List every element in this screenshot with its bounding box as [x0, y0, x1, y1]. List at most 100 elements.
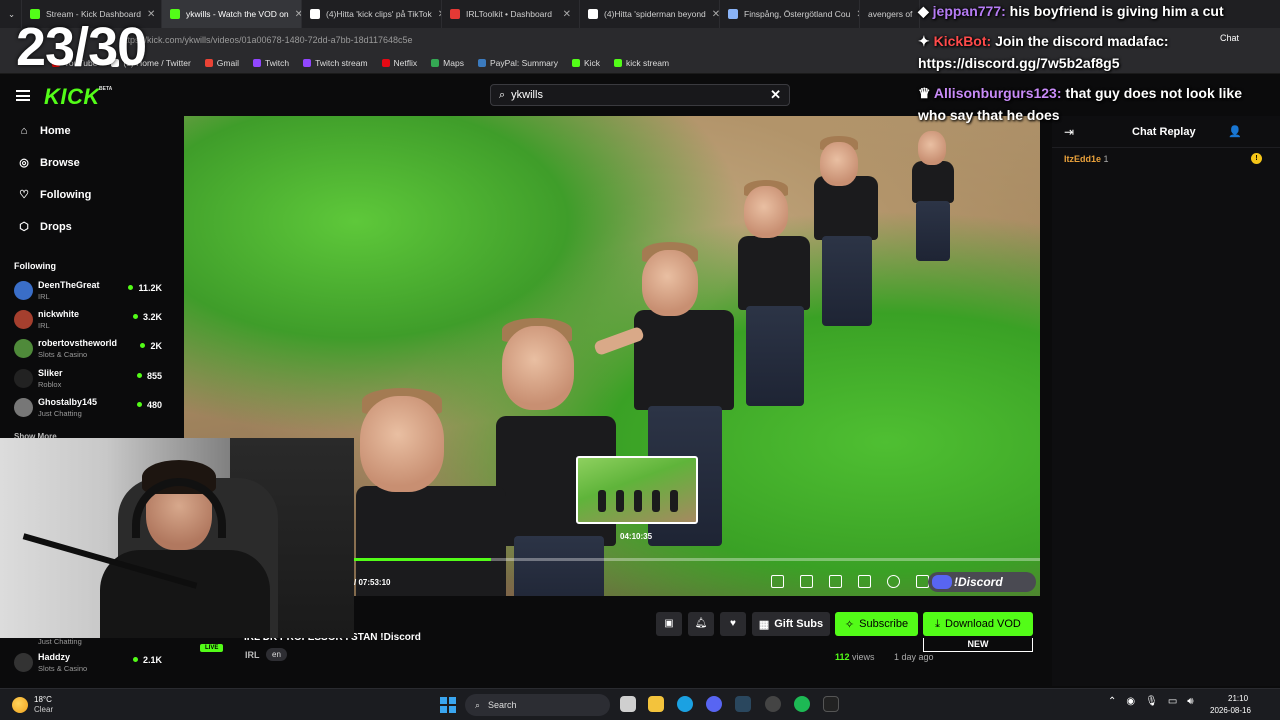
kick-logo[interactable]: KICK — [44, 84, 100, 110]
viewer-count: 3.2K — [133, 312, 162, 322]
browser-tab-active[interactable]: ykwills - Watch the VOD on✕ — [162, 0, 302, 28]
bookmark-maps[interactable]: Maps — [431, 58, 464, 68]
drop-icon: ⬡ — [19, 221, 29, 233]
video-figure — [334, 376, 524, 596]
bookmark-twitch-stream[interactable]: Twitch stream — [303, 58, 368, 68]
browser-tab[interactable]: avengers of — [860, 0, 920, 28]
seek-bar-progress — [354, 558, 492, 561]
app-tray-icon[interactable]: ◉ — [1126, 696, 1135, 707]
fullscreen-icon[interactable] — [858, 575, 871, 588]
obs-icon[interactable] — [765, 696, 781, 712]
bookmark-gmail[interactable]: Gmail — [204, 58, 239, 68]
star-icon: ✧ — [844, 618, 855, 631]
address-bar[interactable]: https://kick.com/ykwills/videos/01a00678… — [0, 28, 1280, 52]
weather-condition: Clear — [34, 705, 54, 714]
category-link[interactable]: IRL — [245, 650, 260, 660]
theater-mode-icon[interactable] — [829, 575, 842, 588]
irltoolkit-favicon-icon — [450, 9, 460, 19]
menu-icon[interactable] — [16, 90, 30, 101]
collapse-chat-icon[interactable]: ⇥ — [1064, 125, 1074, 139]
sidebar-item-home[interactable]: ⌂ Home — [18, 125, 71, 137]
new-badge: NEW — [923, 638, 1033, 652]
followed-channel[interactable]: Sliker Roblox 855 — [14, 366, 164, 394]
taskbar-search[interactable]: ⌕ Search — [465, 694, 610, 716]
browser-tab[interactable]: (4)Hitta 'kick clips' på TikTok✕ — [302, 0, 442, 28]
bookmark-paypal[interactable]: PayPal: Summary — [477, 58, 558, 68]
url-text[interactable]: https://kick.com/ykwills/videos/01a00678… — [120, 35, 413, 45]
browser-tab[interactable]: (4)Hitta 'spiderman beyond ✕ — [580, 0, 720, 28]
viewer-count: 2K — [140, 341, 162, 351]
kick-icon — [571, 58, 580, 67]
chat-title: Chat Replay — [1132, 126, 1196, 138]
follow-heart-button[interactable]: ♥ — [720, 612, 746, 636]
gift-subs-button[interactable]: ▦ Gift Subs — [752, 612, 830, 636]
terminal-icon[interactable] — [823, 696, 839, 712]
discord-overlay-badge: !Discord — [928, 572, 1036, 592]
sidebar-item-following[interactable]: ♡ Following — [18, 189, 91, 201]
microphone-icon[interactable]: 🎙︎ — [1145, 696, 1158, 707]
seek-preview-time: 04:10:35 — [620, 532, 653, 541]
video-figure — [904, 131, 964, 271]
weather-icon[interactable] — [12, 697, 28, 713]
discord-icon[interactable] — [706, 696, 722, 712]
browser-tab[interactable]: Finspång, Östergötland Cou✕ — [720, 0, 860, 28]
notification-bell-button[interactable]: 🔔︎ — [688, 612, 714, 636]
search-value: ykwills — [511, 89, 543, 101]
followed-channel[interactable]: Ghostalby145 Just Chatting 480 — [14, 395, 164, 423]
language-tag[interactable]: en — [266, 648, 287, 661]
task-view-icon[interactable] — [620, 696, 636, 712]
clock-time[interactable]: 21:10 — [1228, 694, 1248, 703]
maps-icon — [431, 58, 440, 67]
tiktok-favicon-icon — [588, 9, 598, 19]
bookmark-kick[interactable]: Kick — [571, 58, 600, 68]
upload-age: 1 day ago — [894, 652, 934, 662]
close-icon[interactable]: ✕ — [295, 9, 301, 20]
close-icon[interactable]: ✕ — [712, 9, 719, 20]
pip-button[interactable]: ▣ — [656, 612, 682, 636]
following-header: Following — [14, 261, 56, 271]
spotify-icon[interactable] — [794, 696, 810, 712]
avatar — [14, 398, 33, 417]
followed-channel[interactable]: Haddzy Slots & Casino 2.1K — [14, 650, 164, 678]
close-icon[interactable]: ✕ — [147, 9, 155, 20]
netflix-icon — [381, 58, 390, 67]
avatar — [14, 653, 33, 672]
miniplayer-icon[interactable] — [771, 575, 784, 588]
subscribe-button[interactable]: ✧ Subscribe — [835, 612, 918, 636]
bookmark-kick-stream[interactable]: kick stream — [614, 58, 669, 68]
chat-panel: ⇥ Chat Replay 👤 ItzEdd1e 1 ! — [1052, 116, 1280, 686]
volume-icon[interactable]: 🔊︎ — [1187, 696, 1193, 707]
download-icon: ⤓ — [935, 617, 941, 630]
followed-channel[interactable]: nickwhite IRL 3.2K — [14, 307, 164, 335]
channel-category: Just Chatting — [38, 637, 82, 646]
chat-users-icon[interactable]: 👤 — [1228, 125, 1242, 138]
edge-icon[interactable] — [677, 696, 693, 712]
sidebar-item-browse[interactable]: ◎ Browse — [18, 157, 80, 169]
windows-start-icon[interactable] — [440, 697, 456, 713]
search-input[interactable]: ⌕ ykwills ✕ — [490, 84, 790, 106]
steam-icon[interactable] — [735, 696, 751, 712]
browser-tab[interactable]: IRLToolkit • Dashboard ✕ — [442, 0, 580, 28]
clip-icon[interactable] — [800, 575, 813, 588]
clock-date[interactable]: 2026-08-16 — [1210, 706, 1251, 715]
chat-extension-button[interactable]: Chat — [1220, 33, 1239, 43]
bookmark-twitch[interactable]: Twitch — [253, 58, 289, 68]
chevron-up-icon[interactable]: ⌃ — [1108, 696, 1116, 707]
file-explorer-icon[interactable] — [648, 696, 664, 712]
close-icon[interactable]: ✕ — [563, 9, 571, 20]
bookmarks-bar: YouTube (9) Home / Twitter Gmail Twitch … — [0, 52, 1280, 74]
bookmark-netflix[interactable]: Netflix — [381, 58, 417, 68]
chat-user[interactable]: ItzEdd1e 1 — [1064, 154, 1109, 164]
followed-channel[interactable]: robertovstheworld Slots & Casino 2K — [14, 336, 164, 364]
clear-search-icon[interactable]: ✕ — [770, 87, 781, 103]
download-vod-button[interactable]: ⤓ Download VOD — [923, 612, 1033, 636]
live-badge: LIVE — [200, 644, 224, 652]
avatar — [14, 369, 33, 388]
sidebar-item-drops[interactable]: ⬡ Drops — [18, 221, 72, 233]
seek-bar[interactable] — [354, 558, 1040, 561]
network-icon[interactable]: ▭ — [1168, 696, 1177, 707]
followed-channel[interactable]: DeenTheGreat IRL 11.2K — [14, 278, 164, 306]
gift-icon: ▦ — [758, 618, 770, 631]
site-header: KICK BETA ⌕ ykwills ✕ — [0, 74, 1280, 116]
settings-icon[interactable] — [887, 575, 900, 588]
